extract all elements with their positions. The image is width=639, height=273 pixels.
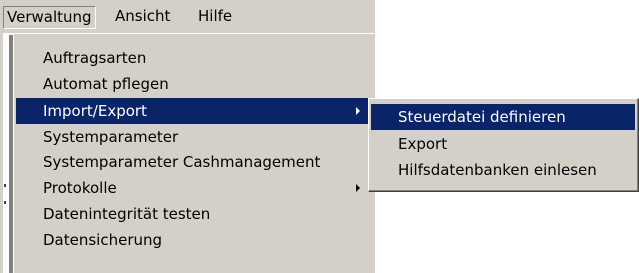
menu-item-systemparameter-cashmanagement[interactable]: Systemparameter Cashmanagement (16, 149, 370, 175)
menu-item-label: Protokolle (43, 179, 117, 197)
menu-item-label: Automat pflegen (43, 75, 169, 93)
background-fragment (4, 201, 6, 204)
menu-item-label: Datensicherung (43, 231, 163, 249)
menu-item-systemparameter[interactable]: Systemparameter (16, 124, 370, 150)
menu-item-import-export[interactable]: Import/Export (16, 98, 370, 124)
menu-ansicht[interactable]: Ansicht (115, 6, 170, 29)
menu-item-datensicherung[interactable]: Datensicherung (16, 227, 370, 253)
menu-hilfe[interactable]: Hilfe (198, 6, 232, 29)
menu-item-label: Auftragsarten (43, 49, 147, 67)
window-edge (0, 0, 3, 273)
submenu-item-hilfsdatenbanken-einlesen[interactable]: Hilfsdatenbanken einlesen (371, 157, 635, 183)
menu-item-datenintegritaet-testen[interactable]: Datenintegrität testen (16, 201, 370, 227)
menu-item-label: Systemparameter (43, 128, 179, 146)
menu-item-label: Export (398, 135, 448, 153)
menu-ansicht-label: Ansicht (115, 7, 171, 25)
menu-bar: Verwaltung Ansicht Hilfe (0, 0, 375, 33)
menu-item-label: Steuerdatei definieren (398, 108, 566, 126)
background-fragment (4, 184, 6, 187)
menu-item-protokolle[interactable]: Protokolle (16, 175, 370, 201)
menu-item-label: Import/Export (43, 102, 147, 120)
submenu-arrow-icon (356, 184, 360, 192)
menu-verwaltung-label: Verwaltung (7, 8, 92, 26)
menu-verwaltung[interactable]: Verwaltung (3, 6, 96, 29)
menu-item-label: Hilfsdatenbanken einlesen (398, 161, 597, 179)
menu-item-label: Systemparameter Cashmanagement (43, 153, 321, 171)
menu-item-automat-pflegen[interactable]: Automat pflegen (16, 71, 370, 97)
menu-item-label: Datenintegrität testen (43, 205, 211, 223)
menu-hilfe-label: Hilfe (198, 7, 233, 25)
submenu-arrow-icon (356, 107, 360, 115)
menu-item-auftragsarten[interactable]: Auftragsarten (16, 45, 370, 71)
import-export-submenu: Steuerdatei definieren Export Hilfsdaten… (368, 98, 639, 192)
verwaltung-dropdown: Auftragsarten Automat pflegen Import/Exp… (13, 33, 375, 273)
submenu-item-export[interactable]: Export (371, 131, 635, 157)
submenu-item-steuerdatei-definieren[interactable]: Steuerdatei definieren (371, 104, 635, 130)
